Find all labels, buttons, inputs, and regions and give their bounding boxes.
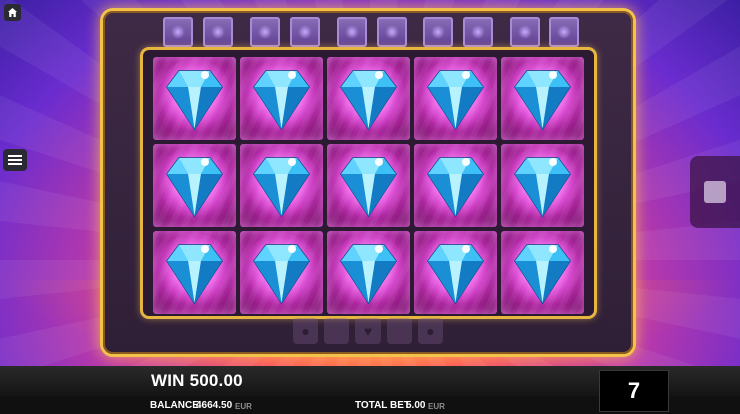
top-slot	[423, 17, 453, 47]
total-bet-currency: EUR	[428, 402, 445, 411]
diamond-icon	[243, 146, 320, 222]
home-button[interactable]	[4, 4, 21, 21]
diamond-icon	[504, 146, 581, 222]
top-slot	[463, 17, 493, 47]
heart-icon: ♥	[355, 318, 381, 344]
diamond-icon	[504, 233, 581, 309]
reel-cell	[327, 144, 410, 227]
total-bet-value: 5.00	[406, 400, 426, 411]
balance-label: BALANCE	[150, 400, 199, 411]
top-slot	[337, 17, 367, 47]
balance-value: 4664.50	[196, 400, 233, 411]
top-slot	[163, 17, 193, 47]
diamond-icon	[156, 233, 233, 309]
reel-cell	[501, 57, 584, 140]
reel-cell	[501, 231, 584, 314]
top-slot	[377, 17, 407, 47]
bar-icon	[324, 318, 350, 344]
fruit-icon: ●	[417, 318, 444, 344]
diamond-icon	[156, 59, 233, 135]
win-value: 500.00	[189, 371, 243, 390]
diamond-icon	[156, 146, 233, 222]
reel-cell	[153, 144, 236, 227]
diamond-icon	[417, 59, 494, 135]
diamond-icon	[330, 59, 407, 135]
reel-cell	[414, 57, 497, 140]
top-slot	[203, 17, 233, 47]
spin-button[interactable]	[690, 156, 740, 228]
counter-box: 7	[599, 370, 669, 412]
diamond-icon	[417, 233, 494, 309]
cherry-icon: ●	[293, 318, 319, 344]
diamond-icon	[243, 233, 320, 309]
top-slot	[290, 17, 320, 47]
reel-cell	[153, 57, 236, 140]
diamond-icon	[417, 146, 494, 222]
spin-stop-icon	[704, 181, 726, 203]
top-slot	[250, 17, 280, 47]
reel-cell	[501, 144, 584, 227]
reel-cell	[240, 231, 323, 314]
reel-cell	[153, 231, 236, 314]
bottom-symbol-strip: ● ♥ ●	[293, 318, 444, 348]
game-stage: ● ♥ ● WIN 500.00 BALANCE 4664.50 EUR TOT…	[0, 0, 740, 414]
bar-icon	[386, 318, 412, 344]
total-bet-label: TOTAL BET	[355, 400, 410, 411]
hamburger-menu-icon	[8, 155, 22, 165]
diamond-icon	[504, 59, 581, 135]
balance-currency: EUR	[235, 402, 252, 411]
reel-cell	[327, 57, 410, 140]
reel-cell	[414, 231, 497, 314]
win-label: WIN	[151, 371, 185, 390]
diamond-icon	[330, 146, 407, 222]
diamond-icon	[330, 233, 407, 309]
reel-cell	[414, 144, 497, 227]
win-display: WIN 500.00	[151, 371, 243, 391]
top-slot	[549, 17, 579, 47]
reel-cell	[327, 231, 410, 314]
home-icon	[8, 8, 17, 17]
menu-button[interactable]	[3, 149, 27, 171]
reel-cell	[240, 57, 323, 140]
counter-value: 7	[627, 378, 641, 403]
top-slot	[510, 17, 540, 47]
diamond-icon	[243, 59, 320, 135]
reel-cell	[240, 144, 323, 227]
